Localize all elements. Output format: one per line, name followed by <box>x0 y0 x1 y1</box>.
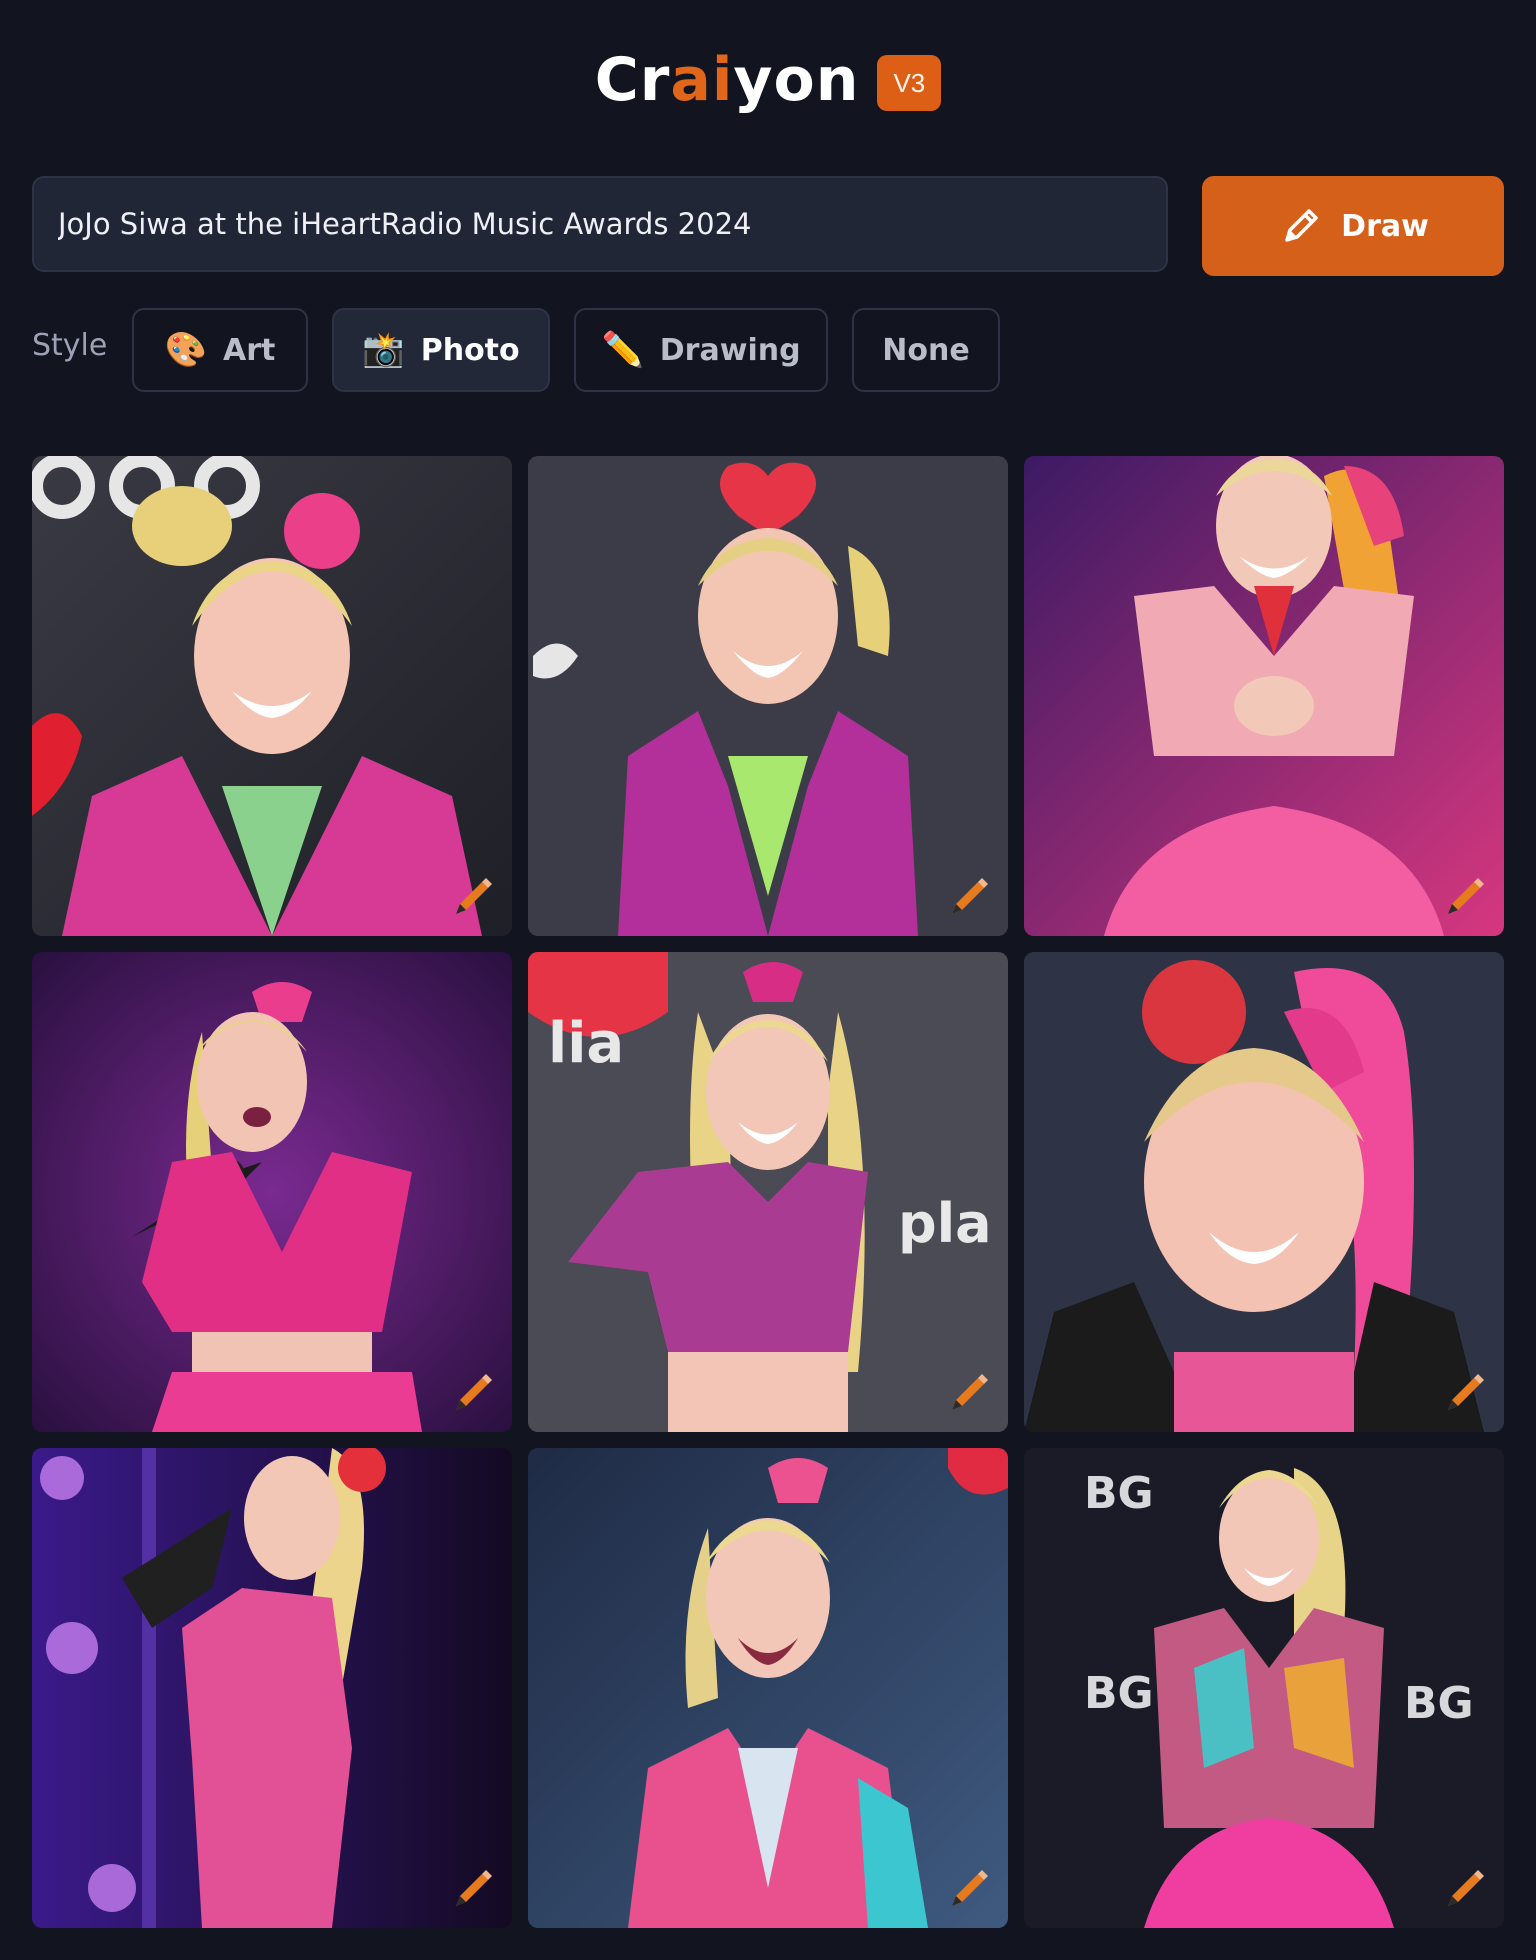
camera-flash-icon: 📸 <box>362 330 405 370</box>
result-image[interactable] <box>1024 952 1504 1432</box>
craiyon-logo[interactable]: Craiyon <box>595 44 860 116</box>
result-image[interactable]: lia pla <box>528 952 1008 1432</box>
edit-pencil-icon[interactable] <box>944 1368 994 1418</box>
result-image[interactable] <box>32 456 512 936</box>
style-option-none[interactable]: None <box>852 308 1000 392</box>
svg-text:BG: BG <box>1404 1678 1474 1729</box>
svg-text:lia: lia <box>548 1011 624 1076</box>
style-option-label: Photo <box>420 332 520 368</box>
edit-pencil-icon[interactable] <box>1440 1368 1490 1418</box>
result-image[interactable] <box>32 952 512 1432</box>
version-badge: V3 <box>877 55 942 111</box>
generated-photo <box>1024 456 1504 936</box>
generated-photo <box>32 952 512 1432</box>
edit-pencil-icon[interactable] <box>944 872 994 922</box>
edit-pencil-icon[interactable] <box>1440 872 1490 922</box>
style-option-label: Drawing <box>659 332 801 368</box>
result-image[interactable] <box>528 1448 1008 1928</box>
style-label: Style <box>32 328 108 363</box>
style-option-label: None <box>882 332 970 368</box>
edit-pencil-icon[interactable] <box>1440 1864 1490 1914</box>
header: Craiyon V3 <box>0 44 1536 116</box>
edit-pencil-icon[interactable] <box>944 1864 994 1914</box>
edit-pencil-icon[interactable] <box>448 1864 498 1914</box>
edit-pencil-icon[interactable] <box>448 872 498 922</box>
prompt-input[interactable] <box>32 176 1168 272</box>
svg-text:pla: pla <box>898 1192 992 1255</box>
generated-photo: lia pla <box>528 952 1008 1432</box>
generated-photo <box>32 1448 512 1928</box>
draw-button[interactable]: Draw <box>1202 176 1504 276</box>
style-option-photo[interactable]: 📸 Photo <box>332 308 550 392</box>
result-image[interactable] <box>32 1448 512 1928</box>
svg-text:BG: BG <box>1084 1468 1154 1519</box>
result-image[interactable]: BG BG BG <box>1024 1448 1504 1928</box>
pencil-icon <box>1285 209 1318 242</box>
palette-icon: 🎨 <box>164 330 207 370</box>
edit-pencil-icon[interactable] <box>448 1368 498 1418</box>
draw-button-label: Draw <box>1341 208 1429 244</box>
pencil-icon: ✏️ <box>601 330 644 370</box>
generated-photo <box>32 456 512 936</box>
generated-photo <box>528 456 1008 936</box>
result-image[interactable] <box>1024 456 1504 936</box>
svg-text:BG: BG <box>1084 1668 1154 1719</box>
result-grid: lia pla BG BG BG <box>32 456 1504 1928</box>
style-option-art[interactable]: 🎨 Art <box>132 308 308 392</box>
generated-photo <box>528 1448 1008 1928</box>
generated-photo: BG BG BG <box>1024 1448 1504 1928</box>
style-option-drawing[interactable]: ✏️ Drawing <box>574 308 828 392</box>
generated-photo <box>1024 952 1504 1432</box>
result-image[interactable] <box>528 456 1008 936</box>
style-option-label: Art <box>222 332 276 368</box>
